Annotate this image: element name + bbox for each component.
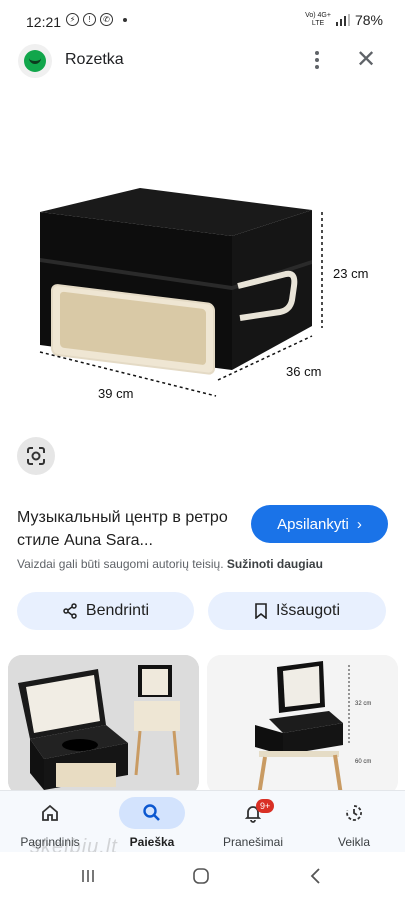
google-lens-button[interactable]: [17, 437, 55, 475]
share-label: Bendrinti: [85, 602, 150, 619]
status-time: 12:21: [26, 14, 62, 30]
lens-icon: [27, 447, 45, 465]
product-title: Музыкальный центр в ретро стиле Auna Sar…: [17, 509, 228, 549]
product-image[interactable]: 39 cm 36 cm 23 cm: [0, 90, 405, 420]
height-dimension-label: 23 cm: [333, 266, 368, 281]
system-status-icons: Vo) 4G+ LTE 78%: [305, 12, 383, 28]
depth-dimension-label: 36 cm: [286, 364, 321, 379]
thumb-leg-label: 60 cm: [355, 759, 371, 765]
copyright-notice: Vaizdai gali būti saugomi autorių teisių…: [17, 557, 397, 571]
visit-label: Apsilankyti: [277, 515, 349, 533]
nav-notifications[interactable]: 9+ Pranešimai: [203, 791, 303, 853]
nav-activity[interactable]: Veikla: [304, 791, 404, 853]
system-navigation-bar: [0, 852, 405, 900]
more-notifications-icon: [123, 17, 127, 22]
recent-apps-icon[interactable]: [78, 864, 98, 888]
bell-icon: 9+: [220, 797, 286, 829]
nav-search-label: Paieška: [129, 835, 175, 849]
activity-icon: [321, 797, 387, 829]
rozetka-logo-icon: [18, 44, 52, 78]
related-image-2[interactable]: 32 cm 60 cm: [207, 655, 398, 795]
share-button[interactable]: Bendrinti: [17, 592, 194, 630]
app-title: Rozetka: [65, 51, 124, 68]
network-type: Vo) 4G+ LTE: [305, 12, 331, 27]
bookmark-icon: [255, 603, 267, 619]
app-header: Rozetka ✕: [0, 40, 405, 84]
home-icon: [17, 797, 83, 829]
learn-more-link[interactable]: Sužinoti daugiau: [227, 557, 323, 571]
nav-activity-label: Veikla: [337, 835, 371, 849]
chevron-right-icon: ›: [356, 515, 362, 533]
related-image-1[interactable]: [8, 655, 199, 795]
save-button[interactable]: Išsaugoti: [208, 592, 386, 630]
visit-button[interactable]: Apsilankyti ›: [251, 505, 388, 543]
notification-badge: 9+: [256, 799, 275, 813]
viber-icon: ✆: [100, 13, 113, 26]
search-icon: [119, 797, 185, 829]
width-dimension-label: 39 cm: [98, 386, 133, 401]
warning-icon: !: [83, 13, 96, 26]
copyright-text: Vaizdai gali būti saugomi autorių teisių…: [17, 557, 224, 571]
more-options-icon[interactable]: [310, 48, 324, 72]
home-button-icon[interactable]: [190, 864, 212, 888]
battery-level: 78%: [354, 12, 383, 28]
nav-notifications-label: Pranešimai: [222, 835, 284, 849]
back-icon[interactable]: [306, 864, 324, 888]
share-icon: [63, 603, 77, 619]
close-icon[interactable]: ✕: [352, 46, 380, 74]
thumb-height-label: 32 cm: [355, 701, 371, 707]
signal-icon: [335, 14, 350, 26]
notification-icons: ⚡ ! ✆: [66, 13, 127, 26]
status-bar: 12:21 ⚡ ! ✆ Vo) 4G+ LTE 78%: [0, 0, 405, 44]
messenger-icon: ⚡: [66, 13, 79, 26]
save-label: Išsaugoti: [275, 602, 341, 619]
